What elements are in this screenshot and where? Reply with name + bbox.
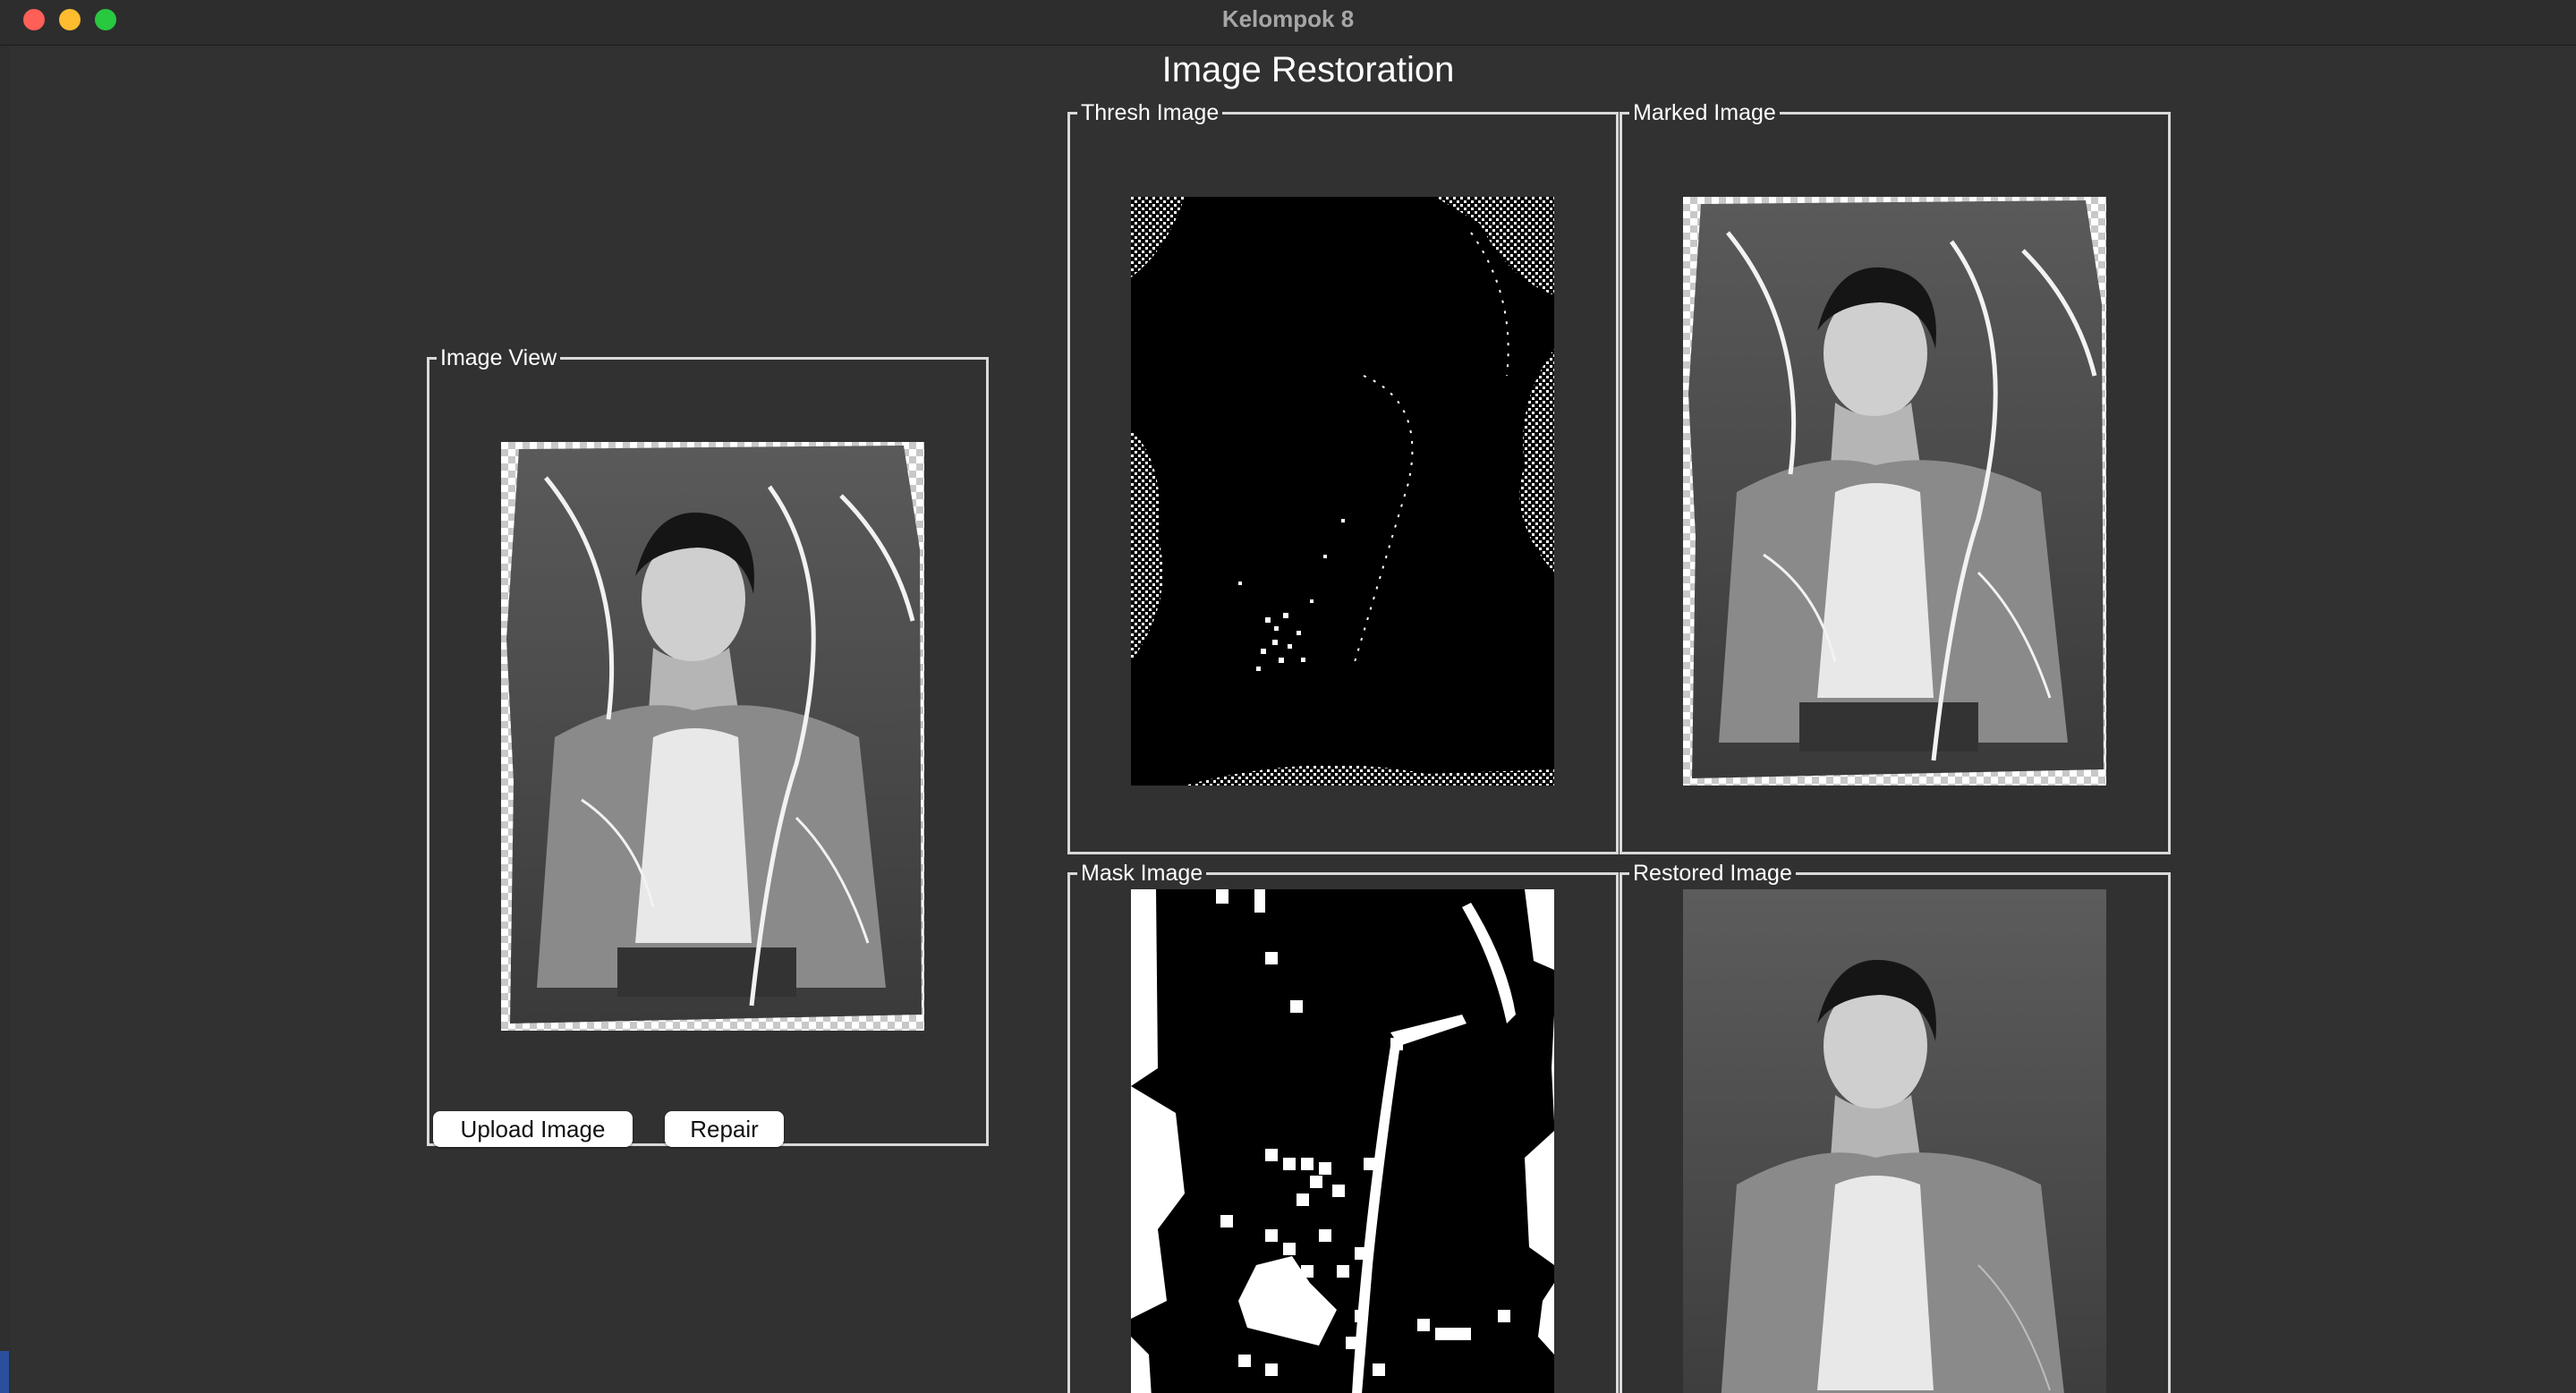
restored-image-label: Restored Image: [1629, 861, 1796, 886]
page-title: Image Restoration: [1161, 50, 1455, 89]
thresh-image: [1131, 197, 1554, 786]
original-image: [501, 442, 924, 1031]
restored-image-frame: Restored Image: [1620, 861, 2171, 1393]
image-view-frame: Image View: [427, 345, 989, 1146]
mask-image-frame: Mask Image: [1067, 861, 1619, 1393]
dock-edge: [0, 1351, 9, 1393]
app-window: Kelompok 8 Image Restoration Image View: [0, 0, 2576, 1393]
mask-image: [1131, 889, 1554, 1393]
thresh-image-frame: Thresh Image: [1067, 100, 1619, 854]
upload-image-button[interactable]: Upload Image: [433, 1111, 633, 1147]
mask-image-label: Mask Image: [1077, 861, 1207, 886]
title-bar: Kelompok 8: [0, 0, 2576, 46]
restored-image: [1683, 889, 2106, 1393]
repair-button[interactable]: Repair: [665, 1111, 784, 1147]
window-title: Kelompok 8: [1221, 5, 1355, 32]
marked-image-label: Marked Image: [1629, 100, 1780, 125]
marked-image-frame: Marked Image: [1620, 100, 2171, 854]
marked-image: [1683, 197, 2106, 786]
image-view-label: Image View: [437, 345, 561, 370]
main-content: Image Restoration Image View Upload Imag…: [11, 46, 2576, 1393]
thresh-image-label: Thresh Image: [1077, 100, 1223, 125]
